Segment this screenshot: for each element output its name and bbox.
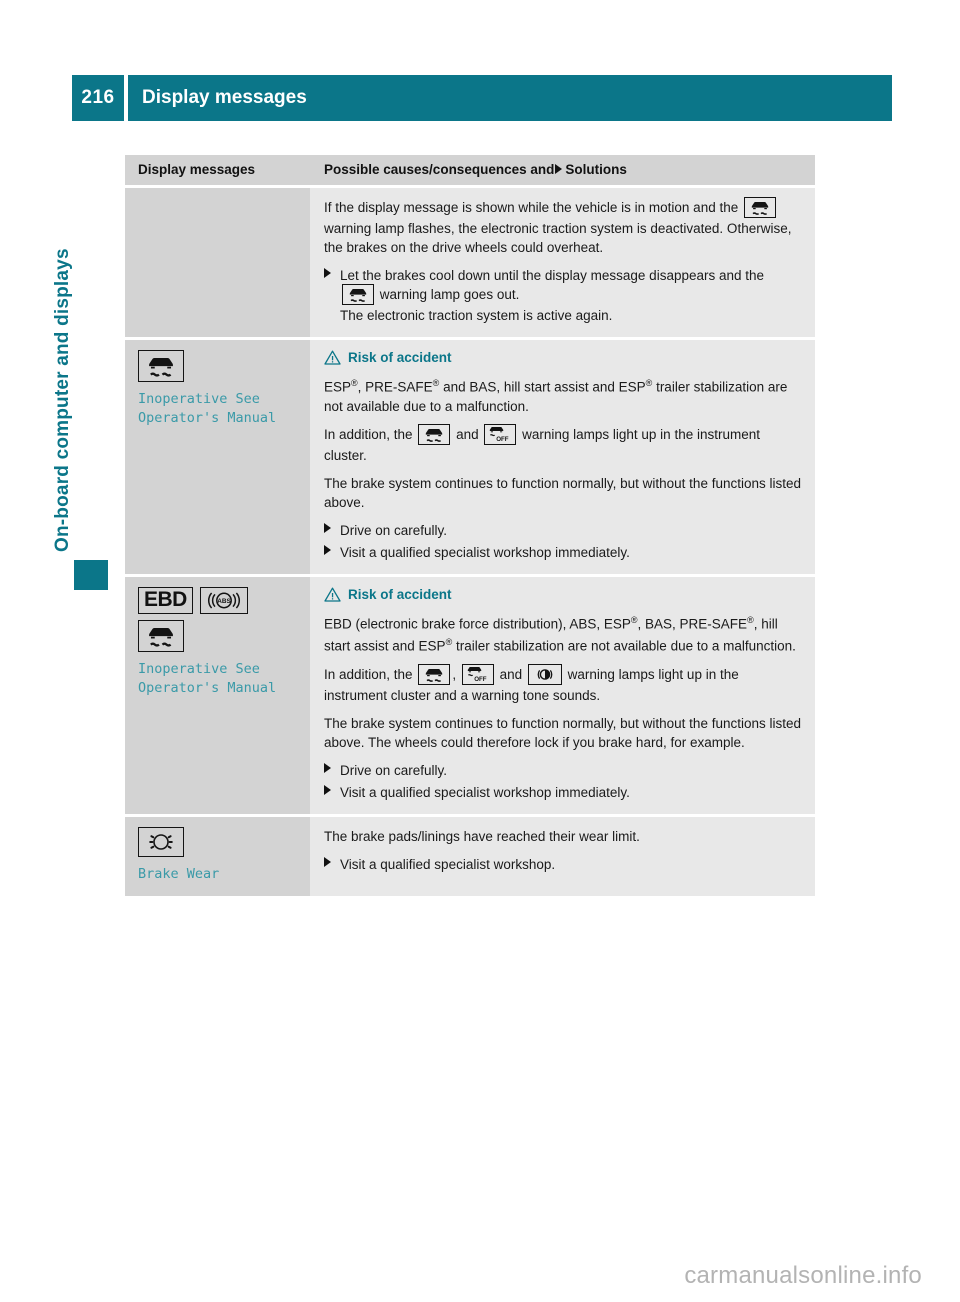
ebd-text-lamp-icon: EBD [138, 586, 193, 614]
esp-skid-lamp-icon [138, 350, 184, 382]
abs-lamp-icon: ABS [199, 586, 248, 614]
chapter-marker [74, 560, 108, 590]
bullet-triangle-icon [324, 784, 331, 795]
page-number: 216 [72, 75, 124, 121]
row-left-cell: EBD ABS Inoperative See Operator's Manua… [125, 576, 310, 814]
cause-paragraph: EBD (electronic brake force distribution… [324, 614, 796, 654]
display-message-text: Inoperative See Operator's Manual [138, 391, 277, 426]
cause-paragraph: The brake system continues to function n… [324, 475, 801, 510]
solution-bullet: Visit a qualified specialist workshop im… [324, 543, 801, 562]
warning-heading-label: Risk of accident [348, 350, 452, 365]
esp-off-lamp-icon: OFF [484, 423, 517, 445]
solution-bullet: Visit a qualified specialist workshop. [324, 855, 801, 874]
solution-bullet: Drive on carefully. [324, 521, 801, 540]
row-left-cell: Inoperative See Operator's Manual [125, 340, 310, 574]
cause-paragraph: In addition, the and OFF warning lamps l… [324, 423, 801, 465]
esp-skid-lamp-icon [342, 284, 374, 305]
cause-paragraph: ESP®, PRE-SAFE® and BAS, hill start assi… [324, 378, 788, 414]
esp-skid-lamp-icon [418, 423, 451, 445]
solution-text: Drive on carefully. [340, 762, 448, 778]
warning-triangle-icon [324, 587, 341, 602]
bullet-triangle-icon [324, 544, 331, 555]
solution-bullet: Drive on carefully. [324, 761, 801, 780]
page-header: 216 Display messages [72, 75, 892, 121]
esp-skid-lamp-icon [743, 197, 776, 218]
bullet-triangle-icon [324, 268, 331, 278]
page-title: Display messages [128, 75, 892, 121]
warning-heading-label: Risk of accident [348, 586, 452, 602]
display-messages-table: Display messages Possible causes/consequ… [125, 155, 815, 896]
brake-warning-lamp-icon [527, 663, 562, 685]
solution-subline: The electronic traction system is active… [340, 308, 613, 323]
table-row: If the display message is shown while th… [125, 188, 815, 337]
lamp-icon-group [138, 619, 298, 652]
table-row: EBD ABS Inoperative See Operator's Manua… [125, 573, 815, 814]
table-row: Brake Wear The brake pads/linings have r… [125, 813, 815, 896]
cause-paragraph: The brake system continues to function n… [324, 715, 801, 750]
bullet-triangle-icon [324, 522, 331, 533]
bullet-triangle-icon [324, 762, 331, 773]
site-watermark: carmanualsonline.info [684, 1262, 922, 1289]
solution-bullet: Visit a qualified specialist workshop im… [324, 783, 801, 802]
row-left-cell: Brake Wear [125, 816, 310, 896]
cause-paragraph: If the display message is shown while th… [324, 197, 801, 257]
warning-heading: Risk of accident [324, 350, 801, 365]
display-message-text: Brake Wear [138, 865, 220, 882]
manual-page: 216 Display messages On-board computer a… [0, 0, 960, 1302]
svg-text:OFF: OFF [474, 676, 487, 682]
solution-triangle-icon [555, 164, 563, 175]
row-right-cell: The brake pads/linings have reached thei… [310, 816, 815, 896]
solution-bullet: Let the brakes cool down until the displ… [324, 266, 801, 325]
chapter-side-tab: On-board computer and displays [52, 160, 108, 590]
esp-skid-lamp-icon [418, 663, 451, 685]
lamp-icon-group [138, 350, 298, 382]
row-left-cell [125, 188, 310, 337]
solution-text: Visit a qualified specialist workshop im… [340, 784, 630, 800]
esp-skid-lamp-icon [138, 619, 184, 652]
table-header-display-messages: Display messages [125, 155, 310, 185]
esp-off-lamp-icon: OFF [461, 663, 494, 685]
svg-text:OFF: OFF [497, 436, 510, 442]
brake-wear-lamp-icon [138, 826, 184, 857]
warning-triangle-icon [324, 350, 341, 365]
header-text-before: Possible causes/consequences and [324, 162, 555, 177]
table-header-causes-solutions: Possible causes/consequences and Solution… [310, 155, 815, 185]
cause-paragraph: The brake pads/linings have reached thei… [324, 828, 640, 844]
solution-text: Visit a qualified specialist workshop im… [340, 544, 630, 560]
cause-paragraph: In addition, the , OFF and warning lamps… [324, 663, 801, 705]
svg-text:ABS: ABS [217, 598, 231, 605]
table-row: Inoperative See Operator's Manual Risk o… [125, 337, 815, 574]
warning-heading: Risk of accident [324, 587, 801, 602]
row-right-cell: Risk of accident ESP®, PRE-SAFE® and BAS… [310, 340, 815, 574]
table-header-row: Display messages Possible causes/consequ… [125, 155, 815, 185]
bullet-triangle-icon [324, 856, 331, 867]
row-right-cell: If the display message is shown while th… [310, 188, 815, 337]
row-right-cell: Risk of accident EBD (electronic brake f… [310, 576, 815, 814]
chapter-label: On-board computer and displays [52, 248, 73, 552]
display-message-text: Inoperative See Operator's Manual [138, 660, 277, 696]
solution-text: Drive on carefully. [340, 522, 448, 538]
solution-text: Visit a qualified specialist workshop. [340, 856, 556, 872]
header-text-after: Solutions [565, 162, 627, 177]
lamp-icon-group [138, 826, 298, 857]
lamp-icon-group: EBD ABS [138, 586, 298, 614]
